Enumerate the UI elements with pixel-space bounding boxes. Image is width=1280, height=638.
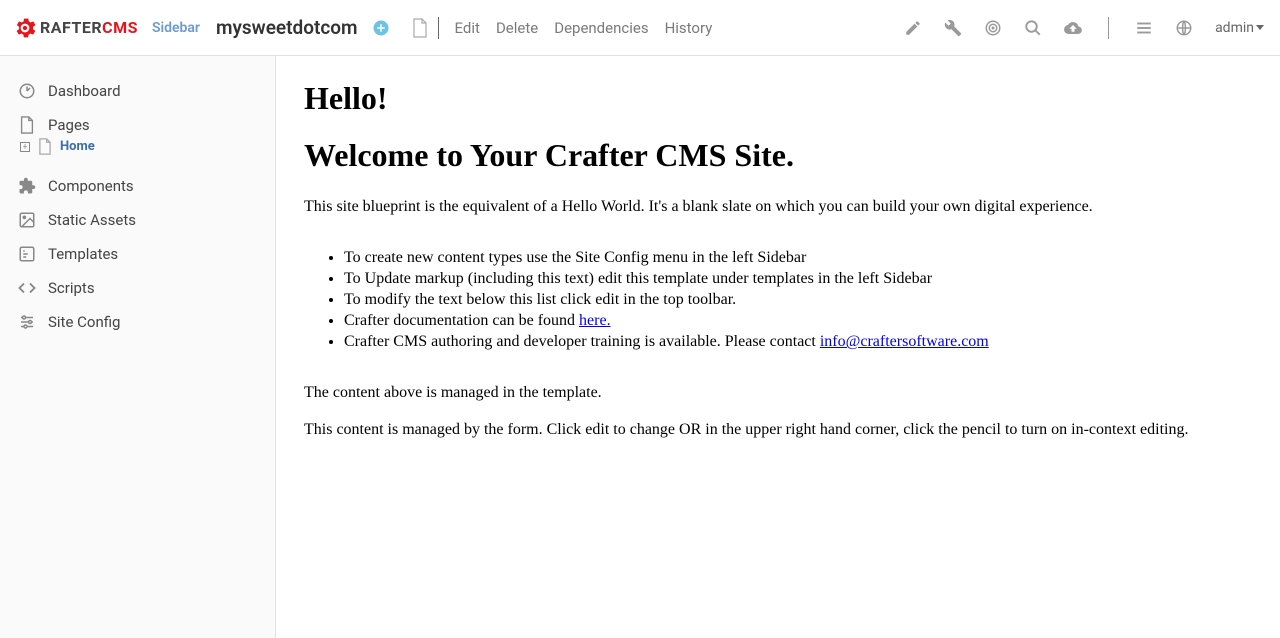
sidebar-item-scripts[interactable]: Scripts [18,271,275,305]
target-button[interactable] [984,19,1002,37]
tree-label: Home [60,139,95,154]
divider [438,17,439,39]
template-icon [18,245,36,263]
sidebar-label: Dashboard [48,82,121,100]
code-icon [18,279,36,297]
expand-icon[interactable]: + [20,142,30,152]
globe-button[interactable] [1175,19,1193,37]
pencil-icon [904,19,922,37]
list-item: Crafter documentation can be found here. [344,311,1252,331]
sidebar-item-pages[interactable]: Pages [18,108,275,136]
top-header: RAFTERCMS Sidebar mysweetdotcom Edit Del… [0,0,1280,56]
docs-link[interactable]: here. [579,312,611,329]
sidebar-item-templates[interactable]: Templates [18,237,275,271]
site-name: mysweetdotcom [216,16,358,39]
search-icon [1024,19,1042,37]
puzzle-icon [18,177,36,195]
current-page-button[interactable] [412,18,428,38]
right-icon-bar: admin [904,17,1268,39]
list-item: To Update markup (including this text) e… [344,269,1252,289]
intro-paragraph: This site blueprint is the equivalent of… [304,196,1252,218]
edit-button[interactable]: Edit [455,19,480,37]
page-icon [412,18,428,38]
divider [1108,17,1109,39]
list-item: To create new content types use the Site… [344,248,1252,268]
user-menu[interactable]: admin [1215,20,1264,36]
caret-down-icon [1256,25,1264,30]
logo[interactable]: RAFTERCMS [12,15,138,41]
sidebar-item-dashboard[interactable]: Dashboard [18,74,275,108]
plus-circle-icon [372,19,390,37]
email-link[interactable]: info@craftersoftware.com [820,333,989,350]
wrench-button[interactable] [944,19,962,37]
page-h2: Welcome to Your Crafter CMS Site. [304,137,1252,174]
sidebar-label: Templates [48,245,118,263]
tree-item-home[interactable]: + Home [20,136,275,159]
sidebar-item-components[interactable]: Components [18,169,275,203]
dependencies-button[interactable]: Dependencies [554,19,648,37]
delete-button[interactable]: Delete [496,19,538,37]
sidebar-item-static-assets[interactable]: Static Assets [18,203,275,237]
hamburger-icon [1135,19,1153,37]
page-h1: Hello! [304,80,1252,117]
instruction-list: To create new content types use the Site… [344,248,1252,352]
pencil-button[interactable] [904,19,922,37]
toolbar-actions: Edit Delete Dependencies History [455,19,713,37]
list-item: Crafter CMS authoring and developer trai… [344,332,1252,352]
body-paragraph: This content is managed by the form. Cli… [304,419,1252,441]
cloud-upload-icon [1064,19,1082,37]
globe-icon [1175,19,1193,37]
sidebar-label: Site Config [48,313,120,331]
sliders-icon [18,313,36,331]
publish-button[interactable] [1064,19,1082,37]
dashboard-icon [18,82,36,100]
menu-button[interactable] [1135,19,1153,37]
list-item: To modify the text below this list click… [344,290,1252,310]
add-button[interactable] [372,19,390,37]
sidebar-item-site-config[interactable]: Site Config [18,305,275,339]
image-icon [18,211,36,229]
logo-text: RAFTERCMS [40,18,138,37]
history-button[interactable]: History [665,19,713,37]
target-icon [984,19,1002,37]
sidebar-label: Components [48,177,134,195]
sidebar-label: Scripts [48,279,95,297]
sidebar-label: Pages [48,116,90,134]
preview-pane: Hello! Welcome to Your Crafter CMS Site.… [275,56,1280,638]
sidebar-label: Static Assets [48,211,136,229]
page-icon [38,138,52,155]
page-icon [18,116,36,134]
sidebar: Dashboard Pages + Home Components Static… [0,56,275,638]
wrench-icon [944,19,962,37]
sidebar-toggle[interactable]: Sidebar [152,20,200,36]
body-paragraph: The content above is managed in the temp… [304,382,1252,404]
user-label: admin [1215,20,1254,36]
search-button[interactable] [1024,19,1042,37]
gear-logo-icon [12,15,38,41]
